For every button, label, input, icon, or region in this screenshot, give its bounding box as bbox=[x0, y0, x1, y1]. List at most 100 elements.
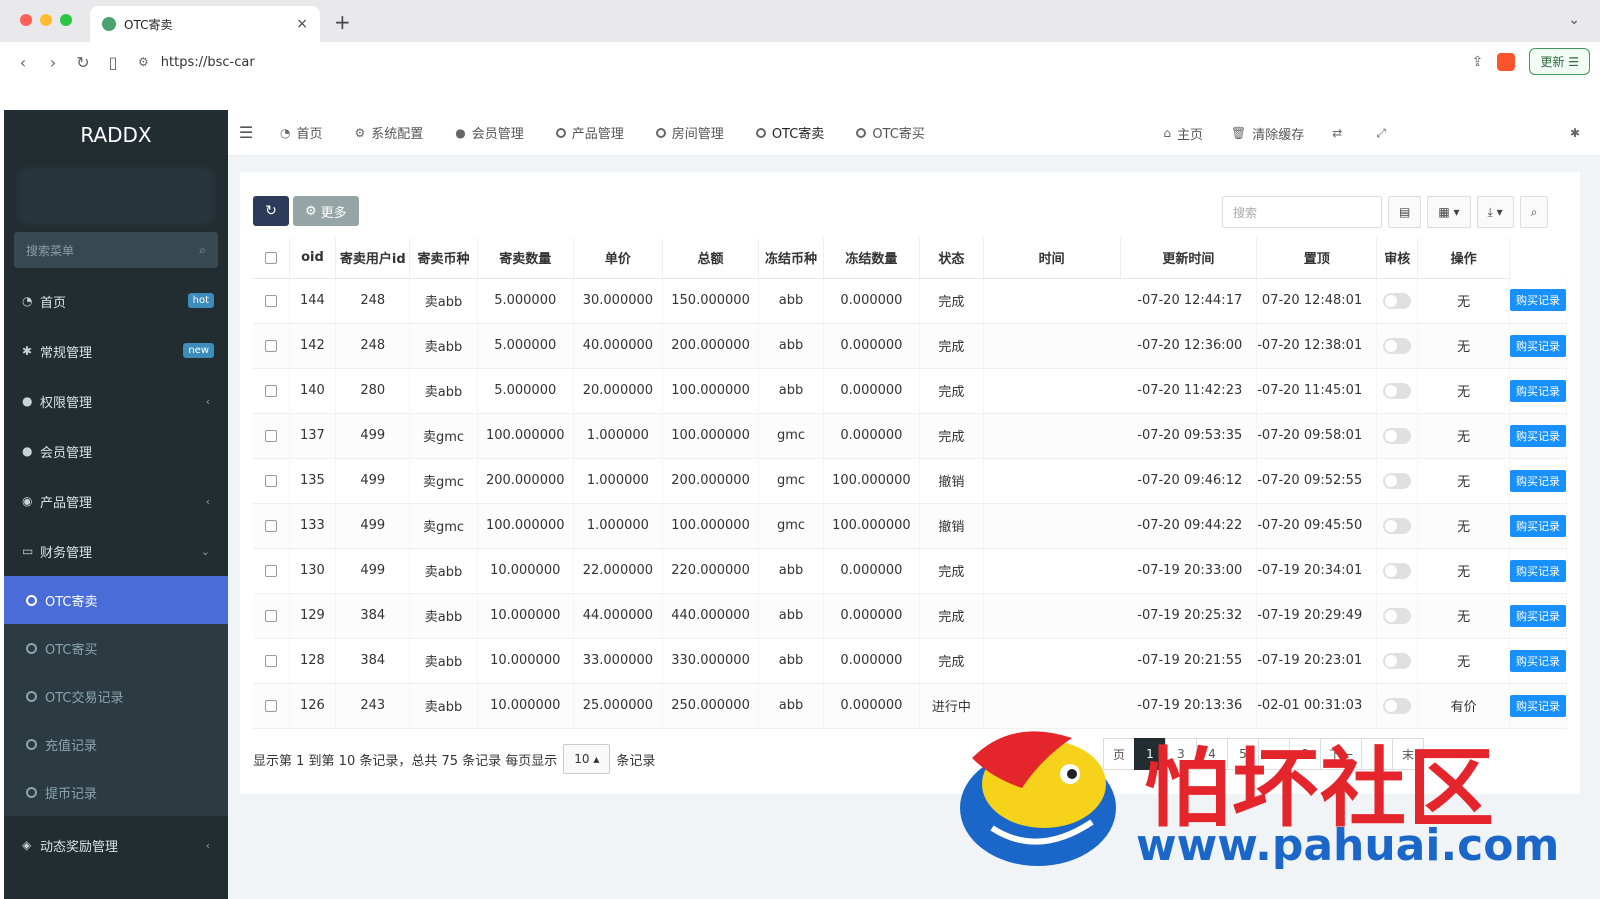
column-header[interactable]: 寄卖用户id bbox=[335, 238, 411, 279]
page-size-select[interactable]: 10 ▴ bbox=[563, 744, 611, 774]
tab-rooms[interactable]: 房间管理 bbox=[640, 110, 740, 156]
tab-system-config[interactable]: ⚙ 系统配置 bbox=[339, 110, 440, 156]
back-icon[interactable]: ‹ bbox=[8, 53, 38, 72]
cell-pin[interactable] bbox=[1376, 368, 1419, 414]
purchase-records-button[interactable]: 购买记录 bbox=[1510, 559, 1566, 582]
table-row[interactable]: 137 499 卖gmc 100.000000 1.000000 100.000000 gm… bbox=[253, 413, 1567, 459]
pin-toggle[interactable] bbox=[1383, 472, 1412, 489]
close-window-button[interactable] bbox=[20, 14, 32, 26]
site-settings-icon[interactable]: ⚙ bbox=[138, 55, 149, 69]
cell-pin[interactable] bbox=[1376, 413, 1419, 459]
sidebar-item-products[interactable]: ◉ 产品管理 ‹ bbox=[4, 476, 228, 526]
row-checkbox[interactable] bbox=[264, 429, 277, 442]
search-button[interactable]: ⌕ bbox=[1519, 196, 1549, 228]
column-header[interactable]: 寄卖数量 bbox=[477, 238, 574, 279]
row-checkbox[interactable] bbox=[264, 339, 277, 352]
close-tab-icon[interactable]: × bbox=[296, 16, 308, 32]
sidebar-item-permissions[interactable]: ● 权限管理 ‹ bbox=[4, 376, 228, 426]
purchase-records-button[interactable]: 购买记录 bbox=[1510, 424, 1566, 447]
sidebar-item-finance[interactable]: ▭ 财务管理 ⌄ bbox=[4, 526, 228, 576]
purchase-records-button[interactable]: 购买记录 bbox=[1510, 649, 1566, 672]
row-select-cell[interactable] bbox=[253, 593, 290, 639]
sidebar-subitem-withdrawals[interactable]: 提币记录 bbox=[4, 768, 228, 816]
refresh-button[interactable]: ↻ bbox=[253, 196, 289, 226]
new-tab-icon[interactable]: + bbox=[334, 10, 351, 34]
row-select-cell[interactable] bbox=[253, 503, 290, 549]
purchase-records-button[interactable]: 购买记录 bbox=[1510, 469, 1566, 492]
more-button[interactable]: ⚙ 更多 bbox=[293, 196, 359, 226]
row-select-cell[interactable] bbox=[253, 323, 290, 369]
pin-toggle[interactable] bbox=[1383, 697, 1412, 714]
row-select-cell[interactable] bbox=[253, 368, 290, 414]
cell-pin[interactable] bbox=[1376, 323, 1419, 369]
tab-products[interactable]: 产品管理 bbox=[540, 110, 640, 156]
zoom-window-button[interactable] bbox=[60, 14, 72, 26]
fullscreen-button[interactable]: ⤢ bbox=[1362, 110, 1406, 156]
row-select-cell[interactable] bbox=[253, 278, 290, 324]
purchase-records-button[interactable]: 购买记录 bbox=[1510, 604, 1566, 627]
row-checkbox[interactable] bbox=[264, 699, 277, 712]
table-row[interactable]: 130 499 卖abb 10.000000 22.000000 220.000000 ab… bbox=[253, 548, 1567, 594]
table-row[interactable]: 144 248 卖abb 5.000000 30.000000 150.000000 abb… bbox=[253, 278, 1567, 324]
column-header[interactable]: 审核 bbox=[1376, 238, 1419, 279]
row-select-cell[interactable] bbox=[253, 548, 290, 594]
column-header[interactable]: 单价 bbox=[573, 238, 664, 279]
cell-pin[interactable] bbox=[1376, 503, 1419, 549]
pin-toggle[interactable] bbox=[1383, 337, 1412, 354]
bookmark-icon[interactable]: ▯ bbox=[98, 53, 128, 72]
row-checkbox[interactable] bbox=[264, 654, 277, 667]
browser-tab[interactable]: OTC寄卖 × bbox=[90, 6, 320, 42]
pin-toggle[interactable] bbox=[1383, 292, 1412, 309]
column-header[interactable]: oid bbox=[289, 238, 337, 279]
tab-otc-buy[interactable]: OTC寄买 bbox=[840, 110, 941, 156]
table-search-input[interactable]: 搜索 bbox=[1222, 196, 1382, 228]
column-header[interactable]: 状态 bbox=[919, 238, 984, 279]
pin-toggle[interactable] bbox=[1383, 427, 1412, 444]
header-select-all[interactable] bbox=[253, 238, 290, 279]
pin-toggle[interactable] bbox=[1383, 562, 1412, 579]
menu-toggle-icon[interactable]: ☰ bbox=[228, 123, 264, 142]
settings-button[interactable]: ✱ bbox=[1556, 110, 1600, 156]
chevron-down-icon[interactable]: ⌄ bbox=[1568, 12, 1580, 28]
cell-pin[interactable] bbox=[1376, 548, 1419, 594]
column-header[interactable]: 操作 bbox=[1417, 238, 1510, 279]
sidebar-search-input[interactable]: 搜索菜单 ⌕ bbox=[14, 232, 218, 268]
pin-toggle[interactable] bbox=[1383, 652, 1412, 669]
table-row[interactable]: 140 280 卖abb 5.000000 20.000000 100.000000 abb… bbox=[253, 368, 1567, 414]
row-select-cell[interactable] bbox=[253, 413, 290, 459]
sidebar-subitem-otc-buy[interactable]: OTC寄买 bbox=[4, 624, 228, 672]
table-row[interactable]: 135 499 卖gmc 200.000000 1.000000 200.000000 gm… bbox=[253, 458, 1567, 504]
sidebar-item-members[interactable]: ● 会员管理 bbox=[4, 426, 228, 476]
columns-button[interactable]: ▦ ▾ bbox=[1427, 196, 1471, 228]
row-checkbox[interactable] bbox=[264, 564, 277, 577]
purchase-records-button[interactable]: 购买记录 bbox=[1510, 289, 1566, 312]
tab-home[interactable]: ◔ 首页 bbox=[264, 110, 339, 156]
table-row[interactable]: 129 384 卖abb 10.000000 44.000000 440.000000 ab… bbox=[253, 593, 1567, 639]
brand-logo[interactable]: RADDX bbox=[4, 110, 228, 160]
row-select-cell[interactable] bbox=[253, 683, 290, 729]
url-field[interactable]: https://bsc-car bbox=[161, 55, 255, 70]
pin-toggle[interactable] bbox=[1383, 607, 1412, 624]
row-checkbox[interactable] bbox=[264, 519, 277, 532]
cell-pin[interactable] bbox=[1376, 278, 1419, 324]
row-select-cell[interactable] bbox=[253, 458, 290, 504]
sidebar-subitem-deposits[interactable]: 充值记录 bbox=[4, 720, 228, 768]
translate-button[interactable]: ⇄ bbox=[1318, 110, 1362, 156]
purchase-records-button[interactable]: 购买记录 bbox=[1510, 334, 1566, 357]
minimize-window-button[interactable] bbox=[40, 14, 52, 26]
sidebar-item-general[interactable]: ✱ 常规管理 new bbox=[4, 326, 228, 376]
column-header[interactable]: 置顶 bbox=[1256, 238, 1378, 279]
sidebar-subitem-otc-sell[interactable]: OTC寄卖 bbox=[4, 576, 228, 624]
row-select-cell[interactable] bbox=[253, 638, 290, 684]
update-button[interactable]: 更新 ☰ bbox=[1529, 48, 1590, 75]
sidebar-subitem-otc-trades[interactable]: OTC交易记录 bbox=[4, 672, 228, 720]
column-header[interactable]: 冻结数量 bbox=[823, 238, 920, 279]
tab-otc-sell[interactable]: OTC寄卖 bbox=[740, 110, 841, 156]
table-row[interactable]: 128 384 卖abb 10.000000 33.000000 330.000000 ab… bbox=[253, 638, 1567, 684]
sidebar-item-rewards[interactable]: ◈ 动态奖励管理 ‹ bbox=[4, 820, 228, 870]
pin-toggle[interactable] bbox=[1383, 517, 1412, 534]
clear-cache-button[interactable]: 🗑 清除缓存 bbox=[1217, 110, 1318, 156]
select-all-checkbox[interactable] bbox=[264, 251, 277, 264]
brave-shield-icon[interactable] bbox=[1497, 52, 1516, 71]
row-checkbox[interactable] bbox=[264, 294, 277, 307]
